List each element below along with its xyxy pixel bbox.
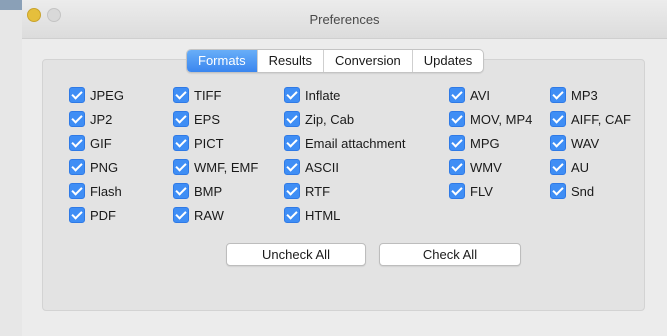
checkbox-rtf[interactable]: RTF (284, 182, 330, 200)
checkbox-checked-icon[interactable] (449, 135, 465, 151)
checkbox-checked-icon[interactable] (173, 207, 189, 223)
tab-results[interactable]: Results (256, 50, 323, 72)
preferences-window: Preferences JPEG JP2 GIF PNG Flash PDF T… (22, 0, 667, 336)
checkbox-eps[interactable]: EPS (173, 110, 220, 128)
checkbox-checked-icon[interactable] (449, 159, 465, 175)
checkbox-png[interactable]: PNG (69, 158, 118, 176)
checkbox-tiff[interactable]: TIFF (173, 86, 221, 104)
checkbox-checked-icon[interactable] (69, 207, 85, 223)
checkbox-checked-icon[interactable] (550, 159, 566, 175)
checkbox-label: Snd (571, 183, 595, 199)
checkbox-checked-icon[interactable] (550, 87, 566, 103)
checkbox-pdf[interactable]: PDF (69, 206, 116, 224)
checkbox-bmp[interactable]: BMP (173, 182, 222, 200)
checkbox-flv[interactable]: FLV (449, 182, 493, 200)
checkbox-label: AU (571, 159, 590, 175)
preferences-tabs: Formats Results Conversion Updates (186, 49, 485, 73)
checkbox-ascii[interactable]: ASCII (284, 158, 339, 176)
checkbox-label: PDF (90, 207, 116, 223)
checkbox-zip-cab[interactable]: Zip, Cab (284, 110, 354, 128)
checkbox-label: HTML (305, 207, 341, 223)
checkbox-checked-icon[interactable] (550, 183, 566, 199)
checkbox-label: FLV (470, 183, 493, 199)
checkbox-flash[interactable]: Flash (69, 182, 122, 200)
checkbox-jpeg[interactable]: JPEG (69, 86, 124, 104)
checkbox-label: MP3 (571, 87, 598, 103)
tab-conversion[interactable]: Conversion (323, 50, 412, 72)
checkbox-checked-icon[interactable] (69, 159, 85, 175)
checkbox-checked-icon[interactable] (284, 135, 300, 151)
checkbox-checked-icon[interactable] (173, 135, 189, 151)
formats-panel: JPEG JP2 GIF PNG Flash PDF TIFF EPS PICT… (42, 59, 645, 311)
checkbox-jp2[interactable]: JP2 (69, 110, 112, 128)
checkbox-checked-icon[interactable] (550, 111, 566, 127)
checkbox-au[interactable]: AU (550, 158, 589, 176)
checkbox-checked-icon[interactable] (69, 111, 85, 127)
checkbox-pict[interactable]: PICT (173, 134, 224, 152)
checkbox-checked-icon[interactable] (69, 135, 85, 151)
checkbox-label: WAV (571, 135, 600, 151)
checkbox-mov-mp4[interactable]: MOV, MP4 (449, 110, 532, 128)
checkbox-label: AIFF, CAF (571, 111, 631, 127)
checkbox-label: ASCII (305, 159, 339, 175)
checkbox-label: Zip, Cab (305, 111, 355, 127)
checkbox-label: Inflate (305, 87, 341, 103)
checkbox-mp3[interactable]: MP3 (550, 86, 598, 104)
checkbox-snd[interactable]: Snd (550, 182, 594, 200)
checkbox-label: RAW (194, 207, 224, 223)
checkbox-label: BMP (194, 183, 223, 199)
background-window-edge (0, 0, 22, 336)
checkbox-label: JP2 (90, 111, 113, 127)
uncheck-all-button[interactable]: Uncheck All (226, 243, 366, 266)
checkbox-checked-icon[interactable] (173, 183, 189, 199)
checkbox-label: PICT (194, 135, 224, 151)
checkbox-label: RTF (305, 183, 331, 199)
checkbox-label: PNG (90, 159, 119, 175)
checkbox-mpg[interactable]: MPG (449, 134, 500, 152)
checkbox-wav[interactable]: WAV (550, 134, 599, 152)
checkbox-label: TIFF (194, 87, 222, 103)
checkbox-checked-icon[interactable] (173, 111, 189, 127)
check-all-button[interactable]: Check All (379, 243, 521, 266)
checkbox-checked-icon[interactable] (284, 159, 300, 175)
checkbox-checked-icon[interactable] (173, 87, 189, 103)
checkbox-label: JPEG (90, 87, 124, 103)
checkbox-avi[interactable]: AVI (449, 86, 490, 104)
checkbox-checked-icon[interactable] (69, 87, 85, 103)
checkbox-label: Email attachment (305, 135, 406, 151)
checkbox-raw[interactable]: RAW (173, 206, 224, 224)
checkbox-checked-icon[interactable] (284, 111, 300, 127)
checkbox-checked-icon[interactable] (284, 87, 300, 103)
checkbox-label: AVI (470, 87, 490, 103)
checkbox-checked-icon[interactable] (284, 207, 300, 223)
checkbox-checked-icon[interactable] (284, 183, 300, 199)
background-window-shade (0, 0, 22, 10)
checkbox-wmf-emf[interactable]: WMF, EMF (173, 158, 258, 176)
title-bar[interactable]: Preferences (22, 0, 667, 39)
checkbox-checked-icon[interactable] (449, 183, 465, 199)
tab-formats[interactable]: Formats (187, 50, 257, 72)
checkbox-checked-icon[interactable] (173, 159, 189, 175)
checkbox-label: MOV, MP4 (470, 111, 533, 127)
tab-updates[interactable]: Updates (411, 50, 483, 72)
checkbox-inflate[interactable]: Inflate (284, 86, 340, 104)
window-title: Preferences (309, 12, 380, 27)
checkbox-label: WMF, EMF (194, 159, 259, 175)
checkbox-aiff-caf[interactable]: AIFF, CAF (550, 110, 631, 128)
checkbox-label: EPS (194, 111, 221, 127)
checkbox-label: GIF (90, 135, 112, 151)
checkbox-email-attachment[interactable]: Email attachment (284, 134, 405, 152)
checkbox-gif[interactable]: GIF (69, 134, 112, 152)
checkbox-label: Flash (90, 183, 122, 199)
checkbox-wmv[interactable]: WMV (449, 158, 502, 176)
checkbox-html[interactable]: HTML (284, 206, 340, 224)
checkbox-checked-icon[interactable] (550, 135, 566, 151)
checkbox-label: WMV (470, 159, 502, 175)
checkbox-checked-icon[interactable] (69, 183, 85, 199)
checkbox-label: MPG (470, 135, 500, 151)
checkbox-checked-icon[interactable] (449, 87, 465, 103)
checkbox-checked-icon[interactable] (449, 111, 465, 127)
